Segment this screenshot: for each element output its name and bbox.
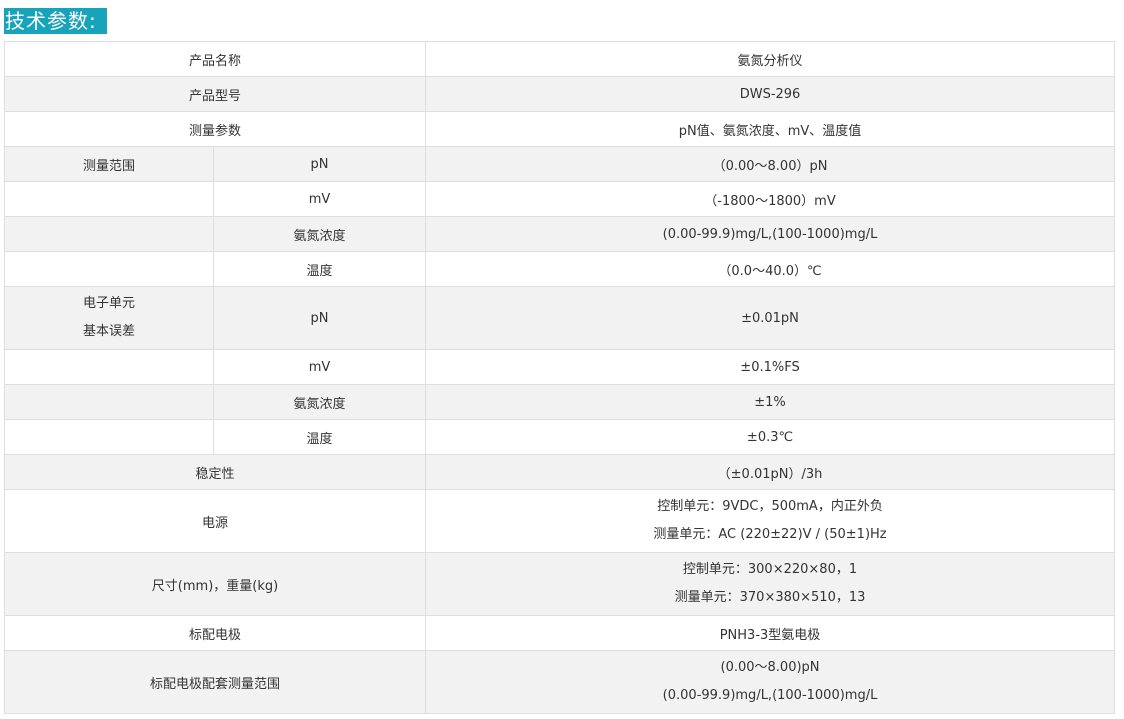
value-line: 测量单元：370×380×510，13 <box>674 590 866 605</box>
table-row: 产品名称 氨氮分析仪 <box>3 41 1116 77</box>
row-label: 尺寸(mm)，重量(kg) <box>3 552 427 616</box>
value-line: 控制单元：300×220×80，1 <box>682 562 858 577</box>
group-label-empty <box>4 251 214 287</box>
row-value: （±0.01pN）/3h <box>425 454 1116 490</box>
sub-label: pN <box>212 146 427 182</box>
section-title-wrap: 技术参数: <box>4 8 107 34</box>
row-label: 标配电极配套测量范围 <box>3 650 427 714</box>
row-value: （0.00～8.00）pN <box>425 146 1116 182</box>
table-row: 氨氮浓度 (0.00-99.9)mg/L,(100-1000)mg/L <box>4 216 1116 252</box>
row-label: 标配电极 <box>3 615 427 651</box>
table-row: 尺寸(mm)，重量(kg) 控制单元：300×220×80，1 测量单元：370… <box>3 552 1116 616</box>
sub-label: 温度 <box>212 251 427 287</box>
table-row: mV （-1800～1800）mV <box>4 181 1116 217</box>
table-row: 电源 控制单元：9VDC，500mA，内正外负 测量单元：AC (220±22)… <box>3 489 1116 553</box>
row-value: (0.00-99.9)mg/L,(100-1000)mg/L <box>425 216 1116 252</box>
value-line: 控制单元：9VDC，500mA，内正外负 <box>657 499 883 514</box>
row-value: pN值、氨氮浓度、mV、温度值 <box>425 111 1116 147</box>
table-row: 测量范围 pN （0.00～8.00）pN <box>4 146 1116 182</box>
row-value: ±0.01pN <box>425 286 1116 350</box>
row-label: 产品型号 <box>3 76 427 112</box>
group-label-line: 电子单元 <box>82 296 135 311</box>
sub-label: mV <box>212 349 427 385</box>
table-row: 产品型号 DWS-296 <box>3 76 1116 112</box>
row-value: ±1% <box>425 384 1116 420</box>
table-row: 测量参数 pN值、氨氮浓度、mV、温度值 <box>3 111 1116 147</box>
table-row: 氨氮浓度 ±1% <box>4 384 1116 420</box>
value-line: (0.00～8.00)pN <box>720 660 820 675</box>
row-value: 控制单元：300×220×80，1 测量单元：370×380×510，13 <box>425 552 1116 616</box>
section-title: 技术参数: <box>4 8 107 34</box>
row-value: (0.00～8.00)pN (0.00-99.9)mg/L,(100-1000)… <box>425 650 1116 714</box>
row-value: DWS-296 <box>425 76 1116 112</box>
sub-label: 氨氮浓度 <box>212 216 427 252</box>
row-label: 产品名称 <box>3 41 427 77</box>
table-row: 标配电极配套测量范围 (0.00～8.00)pN (0.00-99.9)mg/L… <box>3 650 1116 714</box>
row-label: 测量参数 <box>3 111 427 147</box>
group-label-empty <box>4 349 214 385</box>
row-value: （0.0～40.0）℃ <box>425 251 1116 287</box>
row-value: ±0.1%FS <box>425 349 1116 385</box>
group-label-line: 基本误差 <box>82 324 135 339</box>
group-label: 测量范围 <box>4 146 214 182</box>
spec-table: 产品名称 氨氮分析仪 产品型号 DWS-296 测量参数 pN值、氨氮浓度、mV… <box>3 41 1116 714</box>
table-row: mV ±0.1%FS <box>4 349 1116 385</box>
group-label-empty <box>4 384 214 420</box>
group-label-empty <box>4 216 214 252</box>
group-label-empty <box>4 419 214 455</box>
table-row: 温度 ±0.3℃ <box>4 419 1116 455</box>
table-row: 电子单元 基本误差 pN ±0.01pN <box>4 286 1116 350</box>
row-value: 控制单元：9VDC，500mA，内正外负 测量单元：AC (220±22)V /… <box>425 489 1116 553</box>
table-row: 温度 （0.0～40.0）℃ <box>4 251 1116 287</box>
value-line: 测量单元：AC (220±22)V / (50±1)Hz <box>653 527 887 542</box>
row-value: PNH3-3型氨电极 <box>425 615 1116 651</box>
sub-label: pN <box>212 286 427 350</box>
table-row: 标配电极 PNH3-3型氨电极 <box>3 615 1116 651</box>
row-label: 电源 <box>3 489 427 553</box>
table-row: 稳定性 （±0.01pN）/3h <box>3 454 1116 490</box>
group-label: 电子单元 基本误差 <box>4 286 214 350</box>
row-value: （-1800～1800）mV <box>425 181 1116 217</box>
sub-label: 温度 <box>212 419 427 455</box>
row-value: ±0.3℃ <box>425 419 1116 455</box>
sub-label: 氨氮浓度 <box>212 384 427 420</box>
row-value: 氨氮分析仪 <box>425 41 1116 77</box>
row-label: 稳定性 <box>3 454 427 490</box>
value-line: (0.00-99.9)mg/L,(100-1000)mg/L <box>662 688 878 703</box>
sub-label: mV <box>212 181 427 217</box>
group-label-empty <box>4 181 214 217</box>
